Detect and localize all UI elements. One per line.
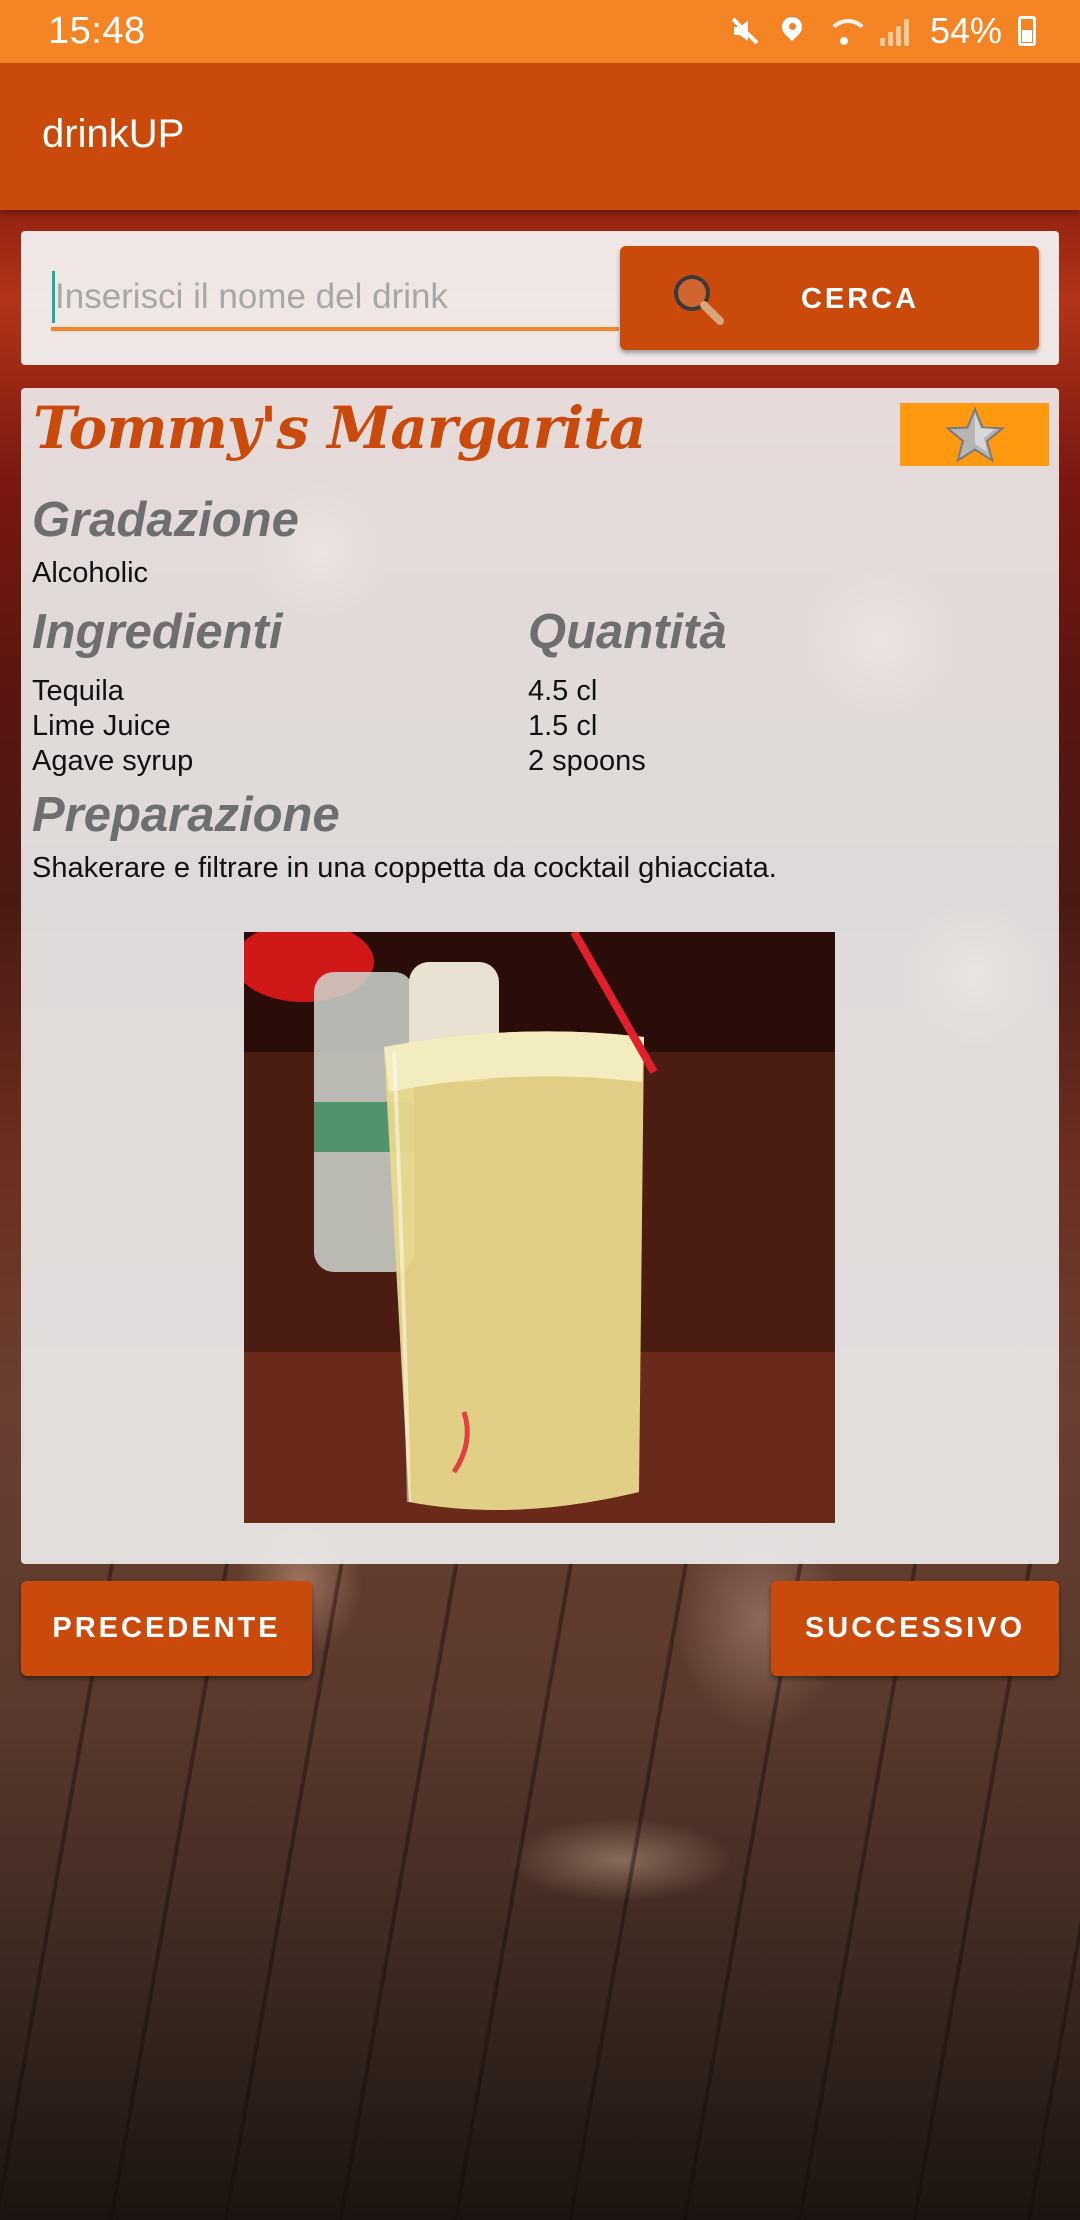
ingredient-quantity: 2 spoons — [528, 745, 646, 777]
status-bar: 15:48 54% — [0, 0, 1080, 63]
star-icon — [944, 405, 1005, 463]
ingredient-quantity: 1.5 cl — [528, 710, 598, 742]
search-icon — [674, 275, 724, 325]
battery-icon — [1018, 16, 1036, 46]
previous-button[interactable]: PRECEDENTE — [21, 1581, 312, 1676]
search-button-label: CERCA — [800, 283, 920, 315]
quantities-list: 4.5 cl 1.5 cl 2 spoons — [528, 674, 646, 779]
drink-detail-card: Tommy's Margarita Gradazione Alcoholic I… — [21, 388, 1059, 1564]
next-button[interactable]: SUCCESSIVO — [771, 1581, 1059, 1676]
drink-name: Tommy's Margarita — [33, 394, 647, 462]
app-title: drinkUP — [42, 112, 185, 156]
battery-percent: 54% — [929, 10, 1002, 51]
ingredients-heading: Ingredienti — [32, 605, 283, 659]
gradazione-heading: Gradazione — [32, 493, 299, 547]
drink-photo — [244, 932, 835, 1523]
favorite-button[interactable] — [900, 403, 1049, 466]
quantity-heading: Quantità — [528, 605, 727, 659]
search-card: CERCA — [21, 231, 1059, 365]
text-cursor — [52, 271, 55, 323]
mute-icon — [728, 15, 760, 47]
gradazione-value: Alcoholic — [32, 557, 149, 589]
ingredient-name: Agave syrup — [32, 745, 194, 777]
signal-icon — [879, 16, 914, 46]
ingredient-name: Tequila — [32, 675, 124, 707]
search-button[interactable]: CERCA — [620, 246, 1039, 350]
app-bar: drinkUP — [0, 63, 1080, 210]
ingredients-list: Tequila Lime Juice Agave syrup — [32, 674, 193, 779]
preparation-text: Shakerare e filtrare in una coppetta da … — [32, 852, 777, 884]
ingredient-name: Lime Juice — [32, 710, 171, 742]
search-input[interactable] — [51, 267, 619, 331]
wifi-icon — [824, 15, 870, 47]
cocktail-image — [244, 932, 835, 1523]
location-icon — [776, 15, 808, 47]
status-time: 15:48 — [48, 10, 146, 52]
status-icons: 54% — [728, 10, 1036, 52]
preparation-heading: Preparazione — [32, 788, 340, 842]
ingredient-quantity: 4.5 cl — [528, 675, 598, 707]
